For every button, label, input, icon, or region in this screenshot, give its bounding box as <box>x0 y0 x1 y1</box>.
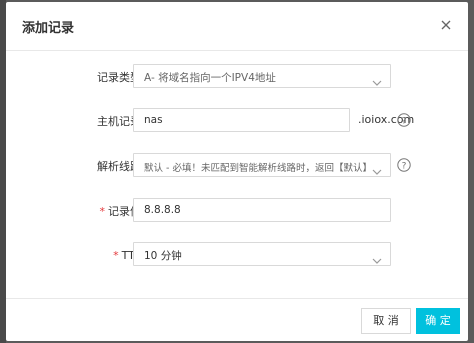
host-record-row: 主机记录： nas .ioiox.com ? <box>6 108 468 134</box>
confirm-button[interactable]: 确 定 <box>416 308 460 334</box>
record-type-select[interactable]: A- 将域名指向一个IPV4地址 <box>133 64 391 88</box>
ttl-select[interactable]: 10 分钟 <box>133 242 391 266</box>
dialog-header: 添加记录 <box>6 2 468 51</box>
host-record-value: nas <box>144 114 163 126</box>
help-icon[interactable]: ? <box>397 157 411 172</box>
help-icon[interactable]: ? <box>397 112 411 127</box>
svg-text:?: ? <box>402 161 407 171</box>
svg-text:?: ? <box>402 116 407 126</box>
record-type-row: 记录类型： A- 将域名指向一个IPV4地址 <box>6 64 468 90</box>
chevron-down-icon <box>372 72 382 86</box>
add-record-dialog: 添加记录 记录类型： A- 将域名指向一个IPV4地址 主机记录： nas .i… <box>6 2 468 341</box>
cancel-button[interactable]: 取 消 <box>361 308 411 334</box>
record-type-value: A- 将域名指向一个IPV4地址 <box>144 72 276 84</box>
resolve-line-select[interactable]: 默认 - 必填！未匹配到智能解析线路时，返回【默认】线路... <box>133 153 391 177</box>
chevron-down-icon <box>372 250 382 264</box>
record-value-value: 8.8.8.8 <box>144 204 181 216</box>
record-value-input[interactable]: 8.8.8.8 <box>133 198 391 222</box>
dialog-footer: 取 消 确 定 <box>6 298 468 341</box>
host-record-input[interactable]: nas <box>133 108 350 132</box>
resolve-line-row: 解析线路： 默认 - 必填！未匹配到智能解析线路时，返回【默认】线路... ? <box>6 153 468 179</box>
ttl-row: *TTL： 10 分钟 <box>6 242 468 268</box>
resolve-line-value: 默认 - 必填！未匹配到智能解析线路时，返回【默认】线路... <box>144 163 369 174</box>
record-value-row: * 记录值： 8.8.8.8 <box>6 198 468 224</box>
ttl-value: 10 分钟 <box>144 250 182 262</box>
required-mark: * <box>113 249 119 262</box>
required-mark: * <box>99 205 106 218</box>
close-icon[interactable] <box>436 15 456 35</box>
dialog-title: 添加记录 <box>22 21 75 36</box>
chevron-down-icon <box>372 161 382 175</box>
